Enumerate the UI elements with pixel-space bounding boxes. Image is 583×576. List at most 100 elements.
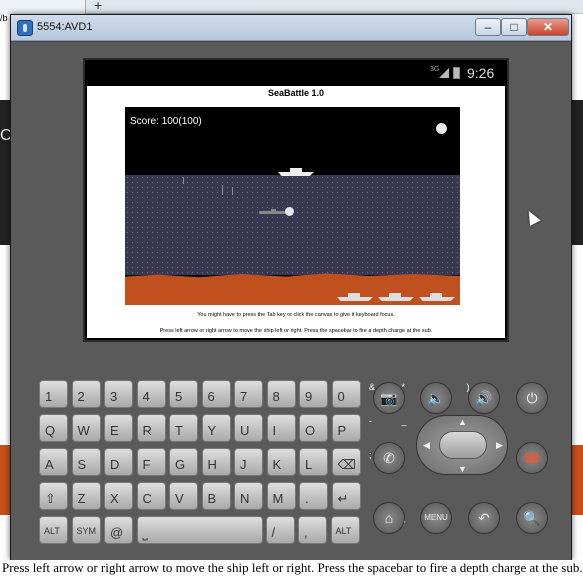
key-r4-5[interactable]: , bbox=[298, 516, 327, 544]
key-main-label: 0 bbox=[337, 389, 345, 404]
new-tab-button[interactable]: + bbox=[94, 0, 102, 13]
maximize-button[interactable]: □ bbox=[501, 18, 527, 36]
key-c[interactable]: C bbox=[136, 482, 166, 510]
game-canvas[interactable]: Score: 100(100) bbox=[125, 107, 460, 305]
key-0[interactable]: 0) bbox=[331, 380, 470, 408]
key-main-label: I bbox=[272, 423, 277, 438]
key-main-label: A bbox=[45, 457, 54, 472]
key-3[interactable]: 3# bbox=[104, 380, 244, 408]
key-k[interactable]: K: bbox=[266, 448, 404, 476]
end-call-button[interactable]: ☎ bbox=[516, 442, 548, 474]
call-button[interactable]: ✆ bbox=[373, 442, 405, 474]
camera-icon: 📷 bbox=[380, 390, 398, 406]
key-4[interactable]: 4$ bbox=[136, 380, 277, 408]
key-n[interactable]: N bbox=[234, 482, 263, 510]
key-5[interactable]: 5% bbox=[169, 380, 312, 408]
key-main-label: 8 bbox=[272, 389, 280, 404]
key-q[interactable]: Q` bbox=[39, 414, 177, 442]
key-main-label: N bbox=[240, 491, 250, 506]
key-main-label: B bbox=[207, 491, 217, 506]
camera-button[interactable]: 📷 bbox=[373, 382, 405, 414]
window-title: 5554:AVD1 bbox=[37, 21, 93, 33]
close-button[interactable]: ✕ bbox=[527, 18, 569, 36]
key-t[interactable]: T{ bbox=[169, 414, 307, 442]
key-h[interactable]: H> bbox=[201, 448, 342, 476]
key-main-label: K bbox=[272, 457, 282, 472]
key-f[interactable]: F] bbox=[136, 448, 274, 476]
key-main-label: R bbox=[142, 423, 152, 438]
key-7[interactable]: 7 & bbox=[234, 380, 375, 408]
key-v[interactable]: V bbox=[169, 482, 198, 510]
dpad-center-button[interactable] bbox=[439, 431, 487, 459]
key-main-label: H bbox=[207, 457, 217, 472]
dpad-left-icon[interactable]: ◀ bbox=[423, 440, 430, 451]
key-main-label: 7 bbox=[240, 389, 248, 404]
key-1[interactable]: 1! bbox=[39, 380, 177, 408]
key-r[interactable]: R' bbox=[136, 414, 273, 442]
back-button[interactable]: ↶ bbox=[468, 502, 500, 534]
key-r4-2[interactable]: @ bbox=[104, 516, 133, 544]
browser-tab-label: /b bbox=[0, 13, 8, 23]
key-main-label: D bbox=[110, 457, 120, 472]
key-j[interactable]: J; bbox=[234, 448, 372, 476]
dpad[interactable]: ▲ ▼ ◀ ▶ bbox=[416, 415, 508, 475]
key-sym[interactable]: SYM bbox=[71, 516, 101, 544]
key-a[interactable]: A| bbox=[39, 448, 176, 476]
dpad-right-icon[interactable]: ▶ bbox=[496, 440, 503, 451]
key-r3-8[interactable]: . bbox=[299, 482, 328, 510]
key-r4-4[interactable]: /? bbox=[265, 516, 406, 544]
page-footer-text: Press left arrow or right arrow to move … bbox=[0, 560, 583, 576]
key-o[interactable]: O+ bbox=[299, 414, 439, 442]
key-alt[interactable]: ALT bbox=[39, 516, 68, 544]
key-g[interactable]: G< bbox=[169, 448, 309, 476]
home-button[interactable]: ⌂ bbox=[373, 502, 405, 534]
volume-up-icon: 🔊 bbox=[475, 390, 493, 406]
key-2[interactable]: 2@ bbox=[71, 380, 216, 408]
device-screen: 3G 9:26 SeaBattle 1.0 Score: 100(100) Yo… bbox=[83, 58, 509, 342]
search-button[interactable]: 🔍 bbox=[516, 502, 548, 534]
key-main-label: L bbox=[305, 457, 313, 472]
key-main-label: Z bbox=[77, 491, 86, 506]
window-titlebar[interactable]: 5554:AVD1 – □ ✕ bbox=[11, 15, 571, 41]
key-e[interactable]: E" bbox=[104, 414, 242, 442]
browser-tab[interactable]: /b bbox=[0, 0, 86, 23]
key-u[interactable]: U- bbox=[234, 414, 372, 442]
key-main-label: . bbox=[305, 491, 309, 506]
key-b[interactable]: B bbox=[201, 482, 231, 510]
key-delete[interactable]: ⌫DEL bbox=[331, 448, 484, 476]
key-d[interactable]: D[ bbox=[104, 448, 242, 476]
key-8[interactable]: 8 * bbox=[266, 380, 405, 408]
key-s[interactable]: S\ bbox=[71, 448, 209, 476]
network-type: 3G bbox=[430, 66, 440, 73]
reserve-ship-cabin bbox=[348, 293, 360, 297]
call-icon: ✆ bbox=[383, 450, 395, 466]
menu-button[interactable]: MENU bbox=[420, 502, 452, 534]
key-9[interactable]: 9( bbox=[299, 380, 437, 408]
key-i[interactable]: I _ bbox=[266, 414, 407, 442]
key-l[interactable]: L" bbox=[299, 448, 437, 476]
reserve-ship-hull bbox=[419, 297, 455, 301]
key-main-label: V bbox=[175, 491, 184, 506]
key-space[interactable]: ⎵ bbox=[136, 516, 263, 544]
minimize-button[interactable]: – bbox=[475, 18, 501, 36]
key-6[interactable]: 6^ bbox=[201, 380, 341, 408]
volume-down-button[interactable]: 🔈 bbox=[420, 382, 452, 414]
key-alt[interactable]: ALT bbox=[330, 516, 360, 544]
dpad-up-icon[interactable]: ▲ bbox=[458, 417, 467, 427]
key-enter[interactable]: ↵ bbox=[331, 482, 361, 510]
key-main-label: SYM bbox=[76, 526, 97, 536]
key-w[interactable]: W~ bbox=[71, 414, 212, 442]
volume-up-button[interactable]: 🔊 bbox=[468, 382, 500, 414]
key-z[interactable]: Z bbox=[71, 482, 101, 510]
key-main-label: , bbox=[304, 525, 308, 540]
sea bbox=[125, 175, 460, 275]
power-button[interactable]: ⏻ bbox=[516, 382, 548, 414]
key-m[interactable]: M bbox=[266, 482, 296, 510]
key-p[interactable]: P= bbox=[331, 414, 472, 442]
key-y[interactable]: Y} bbox=[201, 414, 340, 442]
key-main-label: @ bbox=[110, 525, 124, 540]
key-x[interactable]: X bbox=[104, 482, 133, 510]
key-main-label: X bbox=[110, 491, 119, 506]
dpad-down-icon[interactable]: ▼ bbox=[458, 464, 467, 474]
key-shift[interactable]: ⇧ bbox=[39, 482, 68, 510]
